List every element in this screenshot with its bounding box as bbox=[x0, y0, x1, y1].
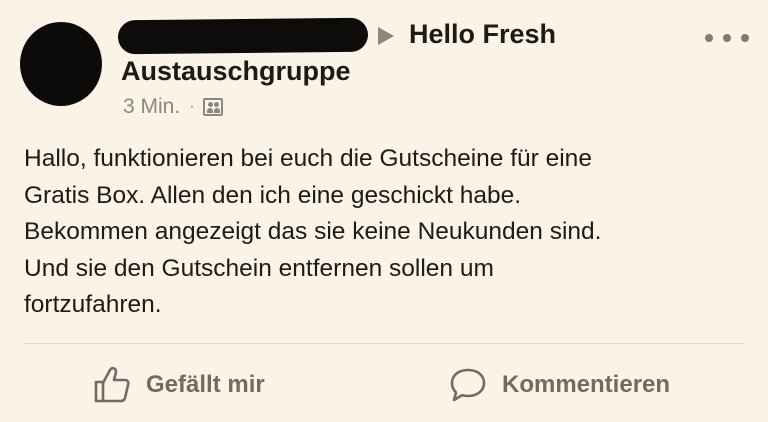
meta-separator: · bbox=[189, 98, 195, 115]
post-timestamp[interactable]: 3 Min. bbox=[123, 95, 180, 119]
more-dot-icon bbox=[705, 34, 713, 42]
comment-label: Kommentieren bbox=[502, 371, 671, 398]
thumbs-up-icon bbox=[94, 366, 130, 403]
like-button[interactable]: Gefällt mir bbox=[92, 366, 265, 404]
more-options-button[interactable] bbox=[705, 28, 749, 48]
post-body-line: Und sie den Gutschein entfernen sollen u… bbox=[24, 254, 494, 282]
post-body-line: Bekommen angezeigt das sie keine Neukund… bbox=[24, 218, 602, 245]
comment-button[interactable]: Kommentieren bbox=[448, 366, 670, 404]
divider bbox=[24, 343, 744, 344]
post-body: Hallo, funktionieren bei euch die Gutsch… bbox=[24, 141, 754, 324]
post-body-line: Gratis Box. Allen den ich eine geschickt… bbox=[24, 181, 522, 209]
group-name-link-continued[interactable]: Austauschgruppe bbox=[121, 56, 351, 87]
arrow-right-icon bbox=[378, 27, 394, 45]
post-meta: 3 Min. · bbox=[123, 95, 223, 119]
group-icon[interactable] bbox=[202, 98, 223, 116]
group-name-link[interactable]: Hello Fresh bbox=[409, 19, 556, 50]
avatar[interactable] bbox=[20, 22, 102, 106]
redacted-author-name bbox=[117, 17, 369, 55]
more-dot-icon bbox=[741, 34, 749, 42]
like-label: Gefällt mir bbox=[146, 371, 265, 398]
post-body-line: fortzufahren. bbox=[24, 291, 162, 318]
more-dot-icon bbox=[723, 34, 731, 42]
post-body-line: Hallo, funktionieren bei euch die Gutsch… bbox=[24, 145, 592, 172]
comment-icon bbox=[450, 368, 486, 402]
feed-post: Hello Fresh Austauschgruppe 3 Min. · Hal… bbox=[0, 0, 768, 422]
